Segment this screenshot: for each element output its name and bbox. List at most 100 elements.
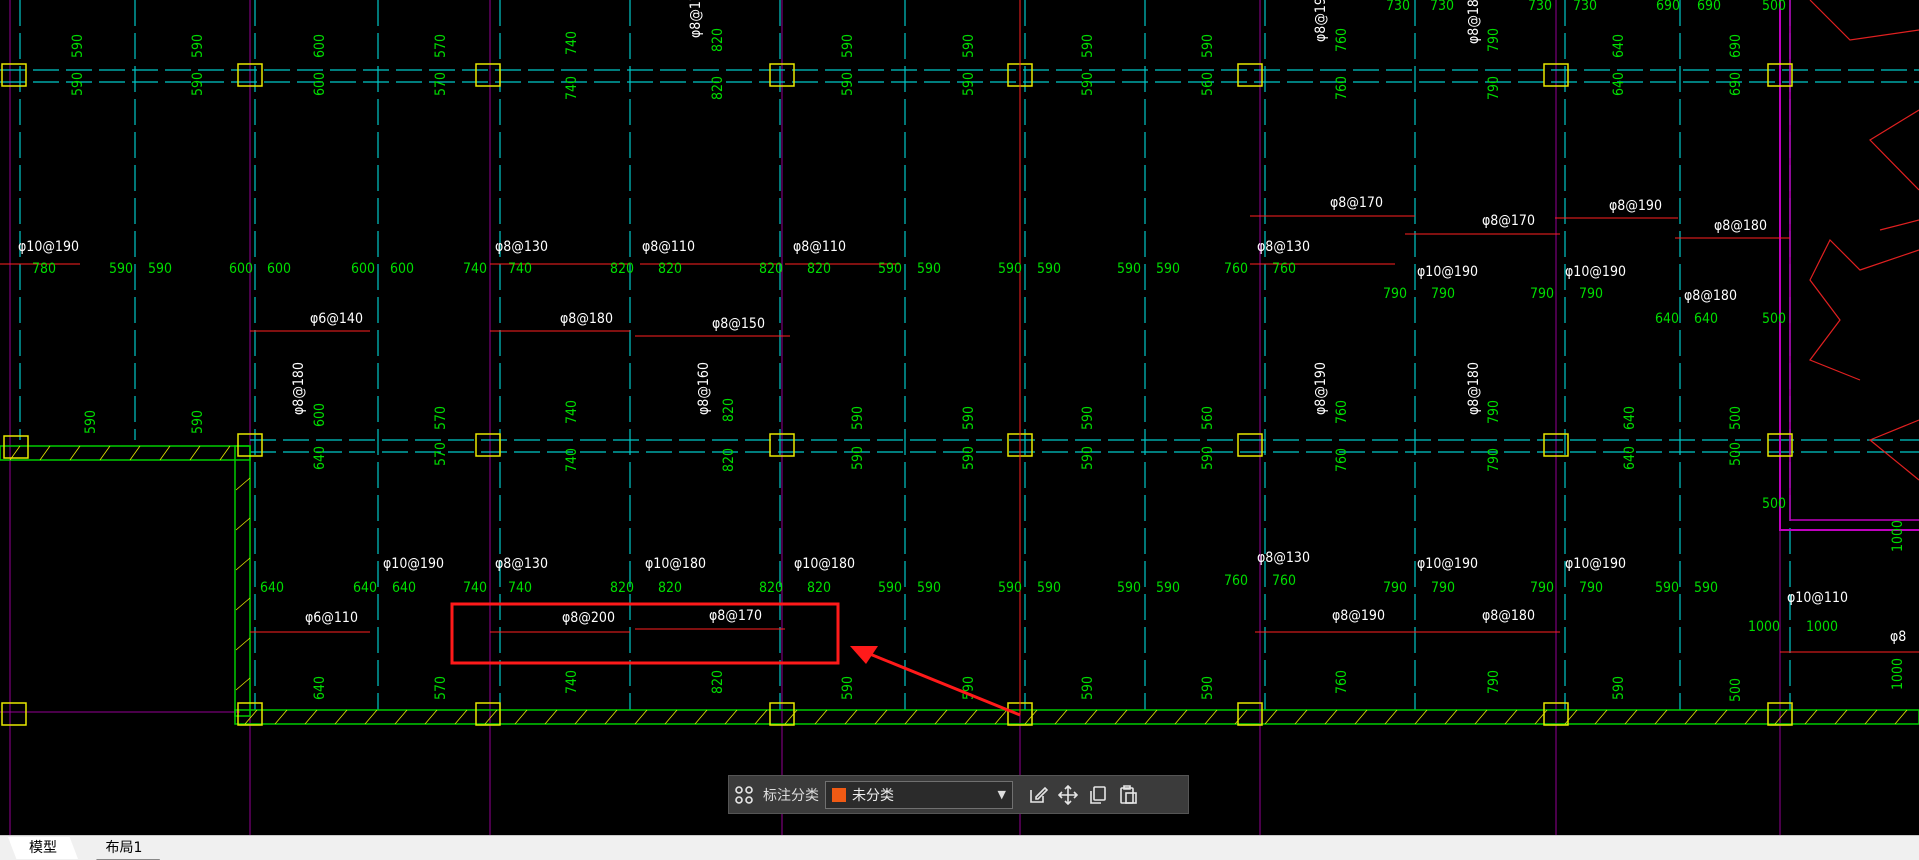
dimension-label: 590 — [850, 406, 866, 430]
dimension-label: 640 — [1622, 406, 1638, 430]
rebar-label: φ8@130 — [495, 556, 548, 572]
dimension-label: 590 — [1655, 580, 1679, 596]
rebar-label: φ10@110 — [1787, 590, 1848, 606]
dimension-label: 590 — [840, 676, 856, 700]
dimension-label: 590 — [840, 34, 856, 58]
rebar-label: φ8 — [1890, 629, 1906, 645]
dimension-label: 590 — [1156, 261, 1180, 277]
dimension-label: 590 — [998, 580, 1022, 596]
dimension-label: 640 — [392, 580, 416, 596]
dimension-label: 590 — [1080, 406, 1096, 430]
dimension-label: 1000 — [1890, 520, 1906, 552]
dimension-label: 640 — [1694, 311, 1718, 327]
dimension-label: 590 — [1200, 34, 1216, 58]
dimension-label: 590 — [1694, 580, 1718, 596]
dimension-label: 820 — [610, 261, 634, 277]
dimension-label: 590 — [917, 261, 941, 277]
dimension-label: 690 — [1728, 34, 1744, 58]
rebar-label: φ8@190 — [1609, 198, 1662, 214]
grid-apps-icon[interactable] — [729, 780, 759, 810]
dimension-label: 590 — [1037, 580, 1061, 596]
rebar-label: φ8@130 — [495, 239, 548, 255]
category-color-swatch — [832, 787, 846, 802]
dimension-label: 730 — [1430, 0, 1454, 14]
dimension-label: 590 — [1611, 676, 1627, 700]
dimension-label: 820 — [759, 261, 783, 277]
dimension-label: 790 — [1486, 28, 1502, 52]
dimension-label: 790 — [1530, 580, 1554, 596]
move-icon[interactable] — [1053, 780, 1083, 810]
dimension-label: 600 — [267, 261, 291, 277]
rebar-label: φ10@190 — [1565, 264, 1626, 280]
dimension-label: 590 — [998, 261, 1022, 277]
dimension-label: 640 — [1622, 446, 1638, 470]
dimension-label: 590 — [850, 446, 866, 470]
dimension-label: 790 — [1579, 286, 1603, 302]
dimension-label: 590 — [1200, 676, 1216, 700]
dimension-label: 590 — [961, 446, 977, 470]
rebar-label: φ8@180 — [1466, 362, 1482, 415]
dimension-label: 790 — [1431, 286, 1455, 302]
tab-layout1[interactable]: 布局1 — [88, 837, 160, 860]
dimension-label: 820 — [710, 28, 726, 52]
dimension-label: 500 — [1762, 311, 1786, 327]
dimension-label: 640 — [353, 580, 377, 596]
dimension-label: 760 — [1334, 670, 1350, 694]
cad-drawing-canvas[interactable]: φ10@190 φ8@130 φ8@110 φ8@110 φ8@130 φ8@170 φ8@… — [0, 0, 1919, 835]
rebar-label: φ8@180 — [1466, 0, 1482, 44]
dimension-label: 500 — [1728, 442, 1744, 466]
copy-icon[interactable] — [1083, 780, 1113, 810]
rebar-label: φ8@160 — [696, 362, 712, 415]
dimension-label: 820 — [759, 580, 783, 596]
dimension-label: 740 — [564, 400, 580, 424]
dimension-label: 590 — [190, 72, 206, 96]
category-value: 未分类 — [852, 787, 894, 804]
layout-tab-bar: 模型 布局1 — [0, 835, 1919, 860]
dimension-label: 740 — [564, 76, 580, 100]
rebar-label: φ8@180 — [1684, 288, 1737, 304]
tab-model[interactable]: 模型 — [8, 837, 78, 859]
rebar-label: φ10@190 — [1417, 556, 1478, 572]
dimension-label: 820 — [710, 76, 726, 100]
dimension-label: 1000 — [1890, 658, 1906, 690]
dimension-label: 730 — [1528, 0, 1552, 14]
dimension-label: 570 — [433, 34, 449, 58]
dimension-label: 760 — [1334, 448, 1350, 472]
dimension-label: 600 — [312, 72, 328, 96]
dimension-label: 590 — [1037, 261, 1061, 277]
dimension-label: 780 — [32, 261, 56, 277]
dimension-label: 690 — [1728, 72, 1744, 96]
rebar-label: φ10@180 — [645, 556, 706, 572]
dimension-label: 500 — [1762, 0, 1786, 14]
dimension-label: 790 — [1486, 400, 1502, 424]
dimension-label: 590 — [1080, 446, 1096, 470]
category-dropdown[interactable]: 未分类 ▼ — [825, 780, 1013, 809]
dimension-label: 500 — [1728, 678, 1744, 702]
rebar-label: φ8@190 — [1313, 0, 1329, 42]
dimension-label: 590 — [1080, 34, 1096, 58]
rebar-label: φ8@150 — [712, 316, 765, 332]
dimension-label: 760 — [1334, 400, 1350, 424]
paste-icon[interactable] — [1113, 780, 1143, 810]
dimension-label: 640 — [312, 446, 328, 470]
dimension-label: 760 — [1272, 573, 1296, 589]
rebar-label: φ8@110 — [642, 239, 695, 255]
dimension-label: 600 — [312, 34, 328, 58]
dimension-label: 590 — [1080, 676, 1096, 700]
dimension-label: 760 — [1334, 28, 1350, 52]
dimension-label: 740 — [463, 261, 487, 277]
rebar-label: φ8@180 — [560, 311, 613, 327]
dimension-label: 640 — [1611, 34, 1627, 58]
rebar-label: φ10@190 — [1417, 264, 1478, 280]
dimension-label: 590 — [1117, 580, 1141, 596]
dimension-label: 590 — [83, 410, 99, 434]
dimension-label: 790 — [1486, 670, 1502, 694]
rebar-label: φ8@200 — [562, 610, 615, 626]
dimension-label: 790 — [1383, 286, 1407, 302]
dimension-label: 590 — [70, 72, 86, 96]
dimension-label: 760 — [1224, 261, 1248, 277]
dimension-label: 820 — [710, 670, 726, 694]
dimension-label: 820 — [658, 261, 682, 277]
edit-icon[interactable] — [1023, 780, 1053, 810]
rebar-label: φ10@190 — [1565, 556, 1626, 572]
